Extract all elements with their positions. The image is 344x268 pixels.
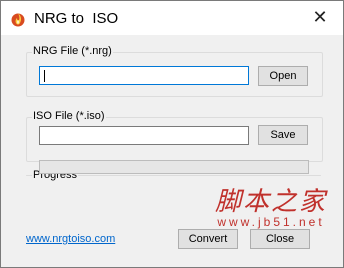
watermark-url: www.jb51.net [217, 215, 325, 229]
website-link[interactable]: www.nrgtoiso.com [26, 233, 115, 245]
iso-file-input[interactable] [39, 126, 249, 145]
title-bar[interactable]: NRG to ISO ✕ [1, 1, 343, 35]
convert-button[interactable]: Convert [178, 229, 238, 249]
client-area: NRG File (*.nrg) Open ISO File (*.iso) S… [1, 35, 343, 267]
watermark-text: 脚本之家 [214, 187, 327, 217]
nrg-file-label: NRG File (*.nrg) [32, 45, 113, 57]
text-caret [44, 70, 45, 82]
app-window: NRG to ISO ✕ NRG File (*.nrg) Open ISO F… [0, 0, 344, 268]
nrg-file-input[interactable] [39, 66, 249, 85]
window-title: NRG to ISO [34, 10, 119, 27]
close-icon: ✕ [312, 7, 328, 27]
iso-file-label: ISO File (*.iso) [32, 110, 106, 122]
close-button[interactable]: Close [250, 229, 310, 249]
watermark: 脚本之家 www.jb51.net [201, 181, 341, 229]
progress-bar [39, 160, 309, 174]
open-button[interactable]: Open [258, 66, 308, 86]
flame-icon [11, 13, 25, 27]
save-button[interactable]: Save [258, 125, 308, 145]
close-window-button[interactable]: ✕ [297, 1, 343, 35]
